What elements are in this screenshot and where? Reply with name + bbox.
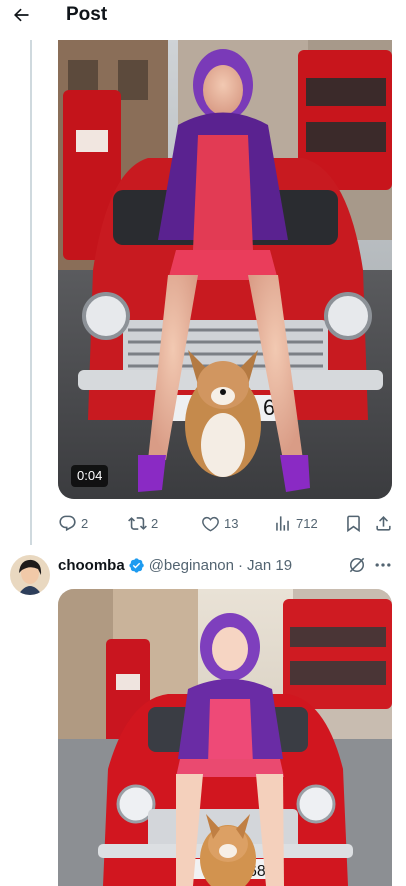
heart-icon <box>202 516 219 531</box>
thread-connector-line <box>30 40 32 545</box>
back-button[interactable] <box>8 2 34 28</box>
reply-icon <box>59 515 76 531</box>
author-row: choomba @beginanon · Jan 19 <box>58 555 292 575</box>
verified-badge-icon <box>129 557 144 573</box>
grok-icon[interactable] <box>347 555 367 575</box>
post-image[interactable]: 68 <box>58 589 392 886</box>
avatar[interactable] <box>10 555 50 595</box>
user-handle[interactable]: @beginanon <box>149 557 234 574</box>
reply-button[interactable]: 2 <box>58 512 88 534</box>
like-count: 13 <box>224 515 239 531</box>
avatar-image <box>10 555 50 595</box>
bookmark-icon <box>347 515 360 532</box>
post-date[interactable]: Jan 19 <box>247 557 292 574</box>
like-button[interactable]: 13 <box>201 512 238 534</box>
display-name[interactable]: choomba <box>58 557 125 574</box>
video-duration-badge: 0:04 <box>71 465 109 487</box>
page-title: Post <box>66 4 108 25</box>
share-button[interactable] <box>374 512 393 534</box>
reply-count: 2 <box>81 515 89 531</box>
repost-icon <box>128 516 147 530</box>
share-icon <box>376 515 391 531</box>
repost-count: 2 <box>151 515 159 531</box>
bookmark-button[interactable] <box>344 512 363 534</box>
top-bar: Post <box>0 0 406 40</box>
arrow-left-icon <box>14 8 29 22</box>
views-button[interactable]: 712 <box>273 512 318 534</box>
video-thumbnail: 68 <box>58 40 392 499</box>
view-count: 712 <box>296 515 318 531</box>
dot-separator: · <box>238 556 243 574</box>
post-video[interactable]: 68 <box>58 40 392 499</box>
more-options-icon[interactable] <box>373 555 393 575</box>
post-action-bar: 2 2 13 712 <box>58 512 398 534</box>
repost-button[interactable]: 2 <box>128 512 158 534</box>
post-image-art: 68 <box>58 589 392 886</box>
analytics-bars-icon <box>276 515 289 531</box>
